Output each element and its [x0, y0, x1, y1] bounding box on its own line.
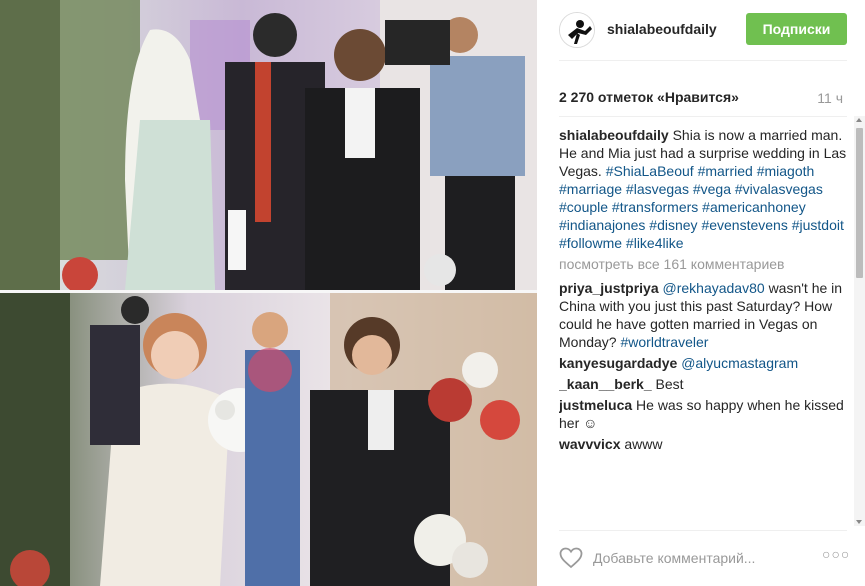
comment-item: wavvvicx awww [559, 435, 851, 453]
comment-hashtag[interactable]: #worldtraveler [620, 334, 708, 350]
post-username[interactable]: shialabeoufdaily [607, 21, 717, 37]
comment-author[interactable]: _kaan__berk_ [559, 376, 652, 392]
post-footer: ○○○ [537, 531, 865, 586]
comment-mention[interactable]: @rekhayadav80 [663, 280, 765, 296]
comment-author[interactable]: kanyesugardadye [559, 355, 677, 371]
caption-author[interactable]: shialabeoufdaily [559, 127, 669, 143]
comment-item: justmeluca He was so happy when he kisse… [559, 396, 851, 432]
comments-list: shialabeoufdaily Shia is now a married m… [559, 126, 851, 524]
scroll-down-arrow-icon[interactable] [856, 520, 862, 524]
post-side-panel: shialabeoufdaily Подписки 2 270 отметок … [537, 0, 865, 586]
comment-mention[interactable]: @alyucmastagram [681, 355, 798, 371]
comment-text: awww [624, 436, 663, 452]
comment-item: priya_justpriya @rekhayadav80 wasn't he … [559, 279, 851, 351]
likes-count[interactable]: 2 270 отметок «Нравится» [559, 89, 739, 105]
scroll-up-arrow-icon[interactable] [856, 118, 862, 122]
avatar[interactable] [559, 12, 595, 48]
post-header: shialabeoufdaily Подписки [537, 0, 865, 60]
more-options-icon[interactable]: ○○○ [822, 546, 850, 562]
post-photo[interactable] [0, 0, 537, 586]
comment-text: Best [655, 376, 684, 392]
like-heart-icon[interactable] [559, 547, 583, 569]
comment-author[interactable]: justmeluca [559, 397, 632, 413]
add-comment-input[interactable] [593, 547, 813, 569]
comment-item: _kaan__berk_ Best [559, 375, 851, 393]
scroll-thumb[interactable] [856, 128, 863, 278]
wedding-collage-image [0, 0, 537, 586]
likes-divider [559, 116, 847, 117]
comments-scrollbar[interactable] [854, 116, 865, 526]
comment-author[interactable]: priya_justpriya [559, 280, 659, 296]
follow-button[interactable]: Подписки [746, 13, 847, 45]
caption: shialabeoufdaily Shia is now a married m… [559, 126, 851, 252]
comment-author[interactable]: wavvvicx [559, 436, 621, 452]
post-timestamp[interactable]: 11 ч [817, 90, 843, 106]
caption-hashtags[interactable]: #ShiaLaBeouf #married #miagoth #marriage… [559, 163, 844, 251]
header-divider [559, 60, 847, 61]
comment-item: kanyesugardadye @alyucmastagram [559, 354, 851, 372]
avatar-figure-icon [560, 13, 594, 47]
view-all-comments-link[interactable]: посмотреть все 161 комментариев [559, 255, 851, 273]
